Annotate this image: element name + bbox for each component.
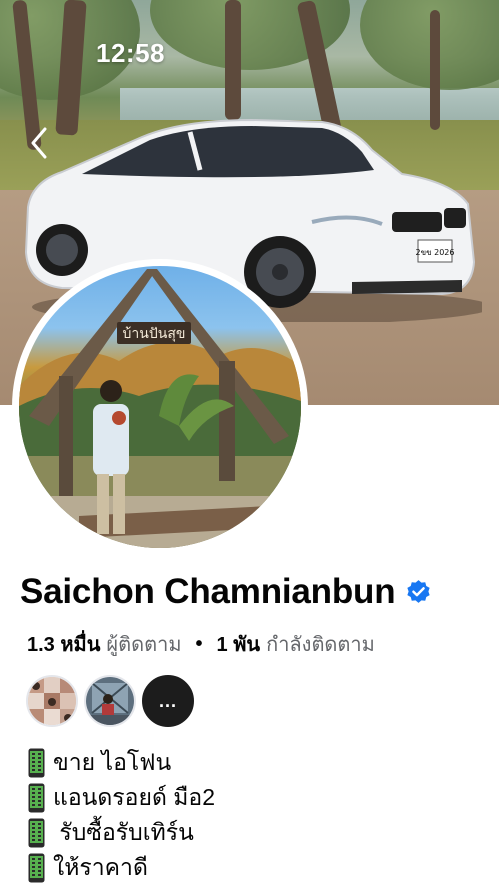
more-friends-button[interactable]: ... <box>142 675 194 727</box>
license-plate-text: 2ขข 2026 <box>416 248 455 257</box>
bio-text: ให้ราคาดี <box>53 854 148 880</box>
profile-name-row: Saichon Chamnianbun <box>20 572 432 612</box>
bio-line: แอนดรอยด์ มือ2 <box>28 780 215 815</box>
bio-text: รับซื้อรับเทิร์น <box>53 819 194 845</box>
profile-photo[interactable]: บ้านปันสุข <box>19 266 301 548</box>
status-bar-time: 12:58 <box>96 38 165 68</box>
verified-badge-icon[interactable] <box>405 579 432 606</box>
following-label: กำลังติดตาม <box>266 634 375 656</box>
followers-link[interactable]: 1.3 หมื่น ผู้ติดตาม <box>27 628 182 660</box>
mobile-phone-icon <box>28 748 45 777</box>
follow-stats: 1.3 หมื่น ผู้ติดตาม • 1 พัน กำลังติดตาม <box>27 628 375 660</box>
following-count: 1 พัน <box>216 634 261 656</box>
bio-text: ขาย ไอโฟน <box>53 749 172 775</box>
friend-avatar-image <box>86 677 134 725</box>
chevron-left-icon <box>31 127 47 159</box>
following-link[interactable]: 1 พัน กำลังติดตาม <box>217 628 375 660</box>
profile-bio: ขาย ไอโฟน แอนดรอยด์ มือ2 รับซื้อรับเทิร์… <box>28 745 215 885</box>
stats-separator: • <box>195 632 203 655</box>
friend-avatar-2[interactable] <box>84 675 136 727</box>
friend-avatar-image <box>28 677 76 725</box>
mobile-phone-icon <box>28 853 45 882</box>
profile-name: Saichon Chamnianbun <box>20 572 396 611</box>
back-button[interactable] <box>22 126 56 160</box>
sign-text: บ้านปันสุข <box>123 326 186 342</box>
mobile-phone-icon <box>28 783 45 812</box>
mobile-phone-icon <box>28 818 45 847</box>
ellipsis-icon: ... <box>158 691 177 711</box>
profile-photo-scene: บ้านปันสุข <box>19 269 301 548</box>
friend-avatar-1[interactable] <box>26 675 78 727</box>
bio-line: ขาย ไอโฟน <box>28 745 215 780</box>
friend-avatars: ... <box>26 675 194 727</box>
followers-count: 1.3 หมื่น <box>27 634 101 656</box>
cover-tree-trunk <box>225 0 241 120</box>
followers-label: ผู้ติดตาม <box>106 634 182 656</box>
bio-line: ให้ราคาดี <box>28 850 215 885</box>
bio-text: แอนดรอยด์ มือ2 <box>53 784 216 810</box>
bio-line: รับซื้อรับเทิร์น <box>28 815 215 850</box>
